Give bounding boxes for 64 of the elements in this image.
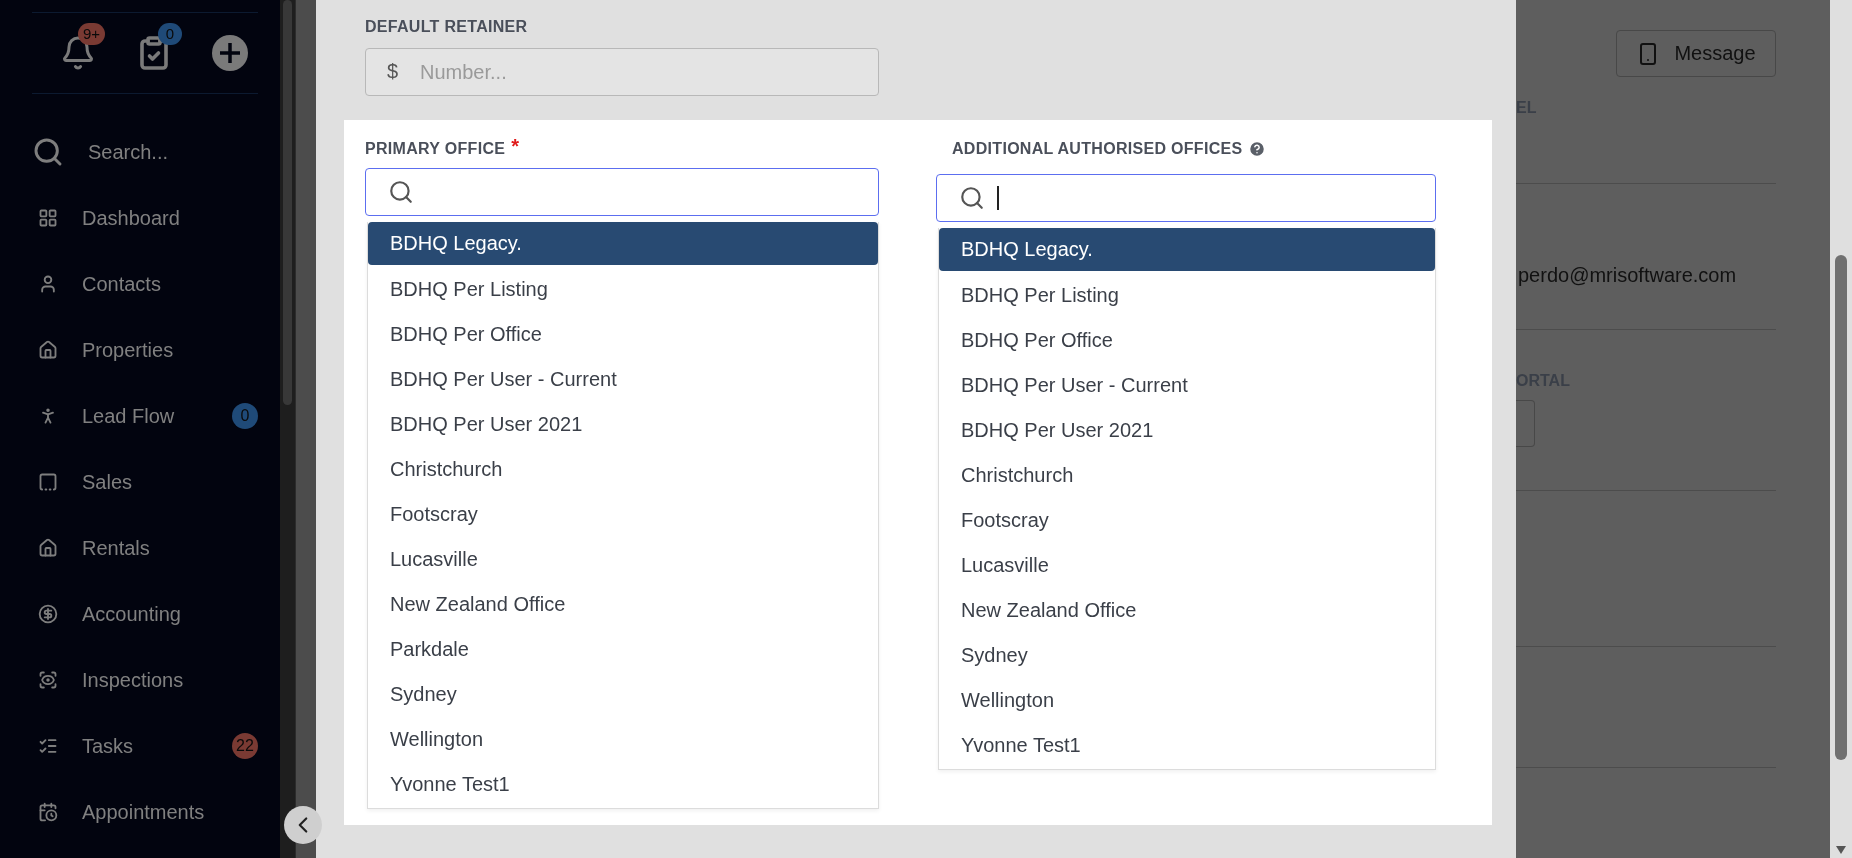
add-icon[interactable] <box>212 35 248 71</box>
checklist-icon <box>38 736 58 756</box>
count-badge: 22 <box>232 733 258 759</box>
person-icon <box>38 274 58 294</box>
scroll-down-icon[interactable] <box>1836 846 1846 854</box>
dropdown-option[interactable]: BDHQ Per User - Current <box>939 363 1435 408</box>
dropdown-option[interactable]: BDHQ Per Office <box>368 312 878 357</box>
help-icon[interactable] <box>1248 140 1267 158</box>
dropdown-option[interactable]: Lucasville <box>368 537 878 582</box>
field-label: ADDITIONAL AUTHORISED OFFICES <box>952 140 1243 158</box>
dropdown-option[interactable]: Sydney <box>939 633 1435 678</box>
dropdown-option[interactable]: New Zealand Office <box>939 588 1435 633</box>
field-label: DEFAULT RETAINER <box>365 18 529 36</box>
dollar-icon <box>38 604 58 624</box>
dropdown-option[interactable]: Christchurch <box>368 447 878 492</box>
scrollbar-thumb[interactable] <box>1835 255 1847 760</box>
dropdown-option[interactable]: BDHQ Per Listing <box>939 273 1435 318</box>
dropdown-option[interactable]: Wellington <box>939 678 1435 723</box>
required-mark: * <box>511 134 520 158</box>
calendar-icon <box>38 802 58 822</box>
search-field[interactable] <box>936 174 1436 222</box>
nav-item[interactable]: Appointments <box>32 779 258 845</box>
nav-item[interactable]: Properties <box>32 317 258 383</box>
dropdown-option[interactable]: Sydney <box>368 672 878 717</box>
dropdown-option[interactable]: Lucasville <box>939 543 1435 588</box>
nav-item[interactable]: Contacts <box>32 251 258 317</box>
email-text: perdo@mrisoftware.com <box>1518 264 1738 287</box>
field-edge <box>1516 400 1535 447</box>
dropdown-option[interactable]: BDHQ Per User 2021 <box>939 408 1435 453</box>
grid-icon <box>38 208 58 228</box>
nav-item[interactable]: Accounting <box>32 581 258 647</box>
dropdown-option[interactable]: BDHQ Per User - Current <box>368 357 878 402</box>
nav-item[interactable]: Dashboard <box>32 185 258 251</box>
dropdown-option[interactable]: Yvonne Test1 <box>368 762 878 807</box>
search-field[interactable] <box>365 168 879 216</box>
task-badge: 0 <box>158 23 182 45</box>
nav-item[interactable]: Inspections <box>32 647 258 713</box>
nav-item[interactable]: Sales <box>32 449 258 515</box>
dropdown-option[interactable]: BDHQ Per Office <box>939 318 1435 363</box>
dropdown-option[interactable]: Footscray <box>368 492 878 537</box>
search-icon <box>959 185 985 211</box>
search-icon <box>32 136 64 168</box>
dropdown-option[interactable]: Christchurch <box>939 453 1435 498</box>
dropdown-option[interactable]: Wellington <box>368 717 878 762</box>
house-icon <box>38 538 58 558</box>
dropdown-option[interactable]: Footscray <box>939 498 1435 543</box>
search-icon <box>388 179 414 205</box>
currency-prefix: $ <box>387 60 399 83</box>
dropdown-option[interactable]: BDHQ Per Listing <box>368 267 878 312</box>
dropdown-option[interactable]: Parkdale <box>368 627 878 672</box>
house-icon <box>38 340 58 360</box>
dropdown-option[interactable]: Yvonne Test1 <box>939 723 1435 768</box>
search-field[interactable]: Search... <box>32 119 258 185</box>
dropdown-option[interactable]: BDHQ Legacy. <box>368 222 878 265</box>
field-label: PRIMARY OFFICE <box>365 140 506 158</box>
nav-item[interactable]: Lead Flow 0 <box>32 383 258 449</box>
nav-item[interactable]: Rentals <box>32 515 258 581</box>
count-badge: 0 <box>232 403 258 429</box>
notification-badge: 9+ <box>78 23 106 45</box>
dropdown-option[interactable]: BDHQ Legacy. <box>939 228 1435 271</box>
dropdown-option[interactable]: BDHQ Per User 2021 <box>368 402 878 447</box>
scrollbar-thumb[interactable] <box>283 0 292 405</box>
dropdown-option[interactable]: New Zealand Office <box>368 582 878 627</box>
nav-item[interactable]: Tasks 22 <box>32 713 258 779</box>
